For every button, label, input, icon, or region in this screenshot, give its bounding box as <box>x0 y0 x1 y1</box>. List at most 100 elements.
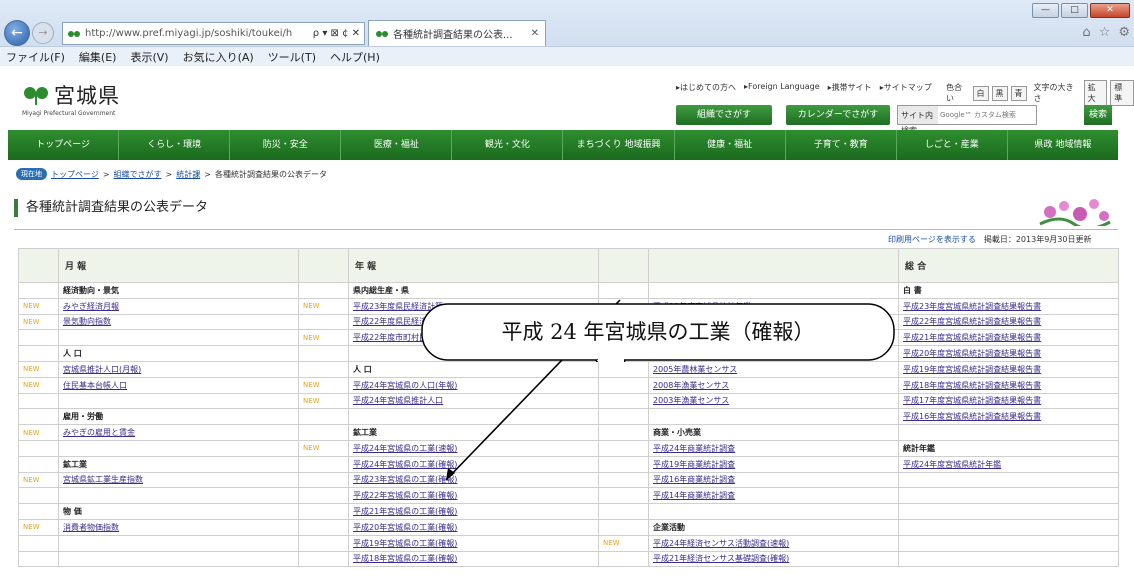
table-row: NEW みやぎの雇用と賃金 鉱工業 商業・小売業 <box>18 424 1119 441</box>
browser-tab[interactable]: 各種統計調査結果の公表... ✕ <box>368 20 546 46</box>
new-badge: NEW <box>18 518 59 536</box>
search-input[interactable] <box>938 111 1036 119</box>
category-label: 白 書 <box>898 282 1119 299</box>
breadcrumb-statistics[interactable]: 統計課 <box>176 169 200 180</box>
statistics-link[interactable]: 平成22年度宮城県統計調査結果報告書 <box>898 313 1119 331</box>
statistics-link[interactable]: 平成24年経済センサス活動調査(速報) <box>648 534 899 552</box>
statistics-link[interactable]: 平成21年度宮城県統計調査結果報告書 <box>898 329 1119 347</box>
gnav-item-safety[interactable]: 防災・安全 <box>230 130 342 160</box>
find-by-calendar-button[interactable]: カレンダーでさがす <box>786 105 890 125</box>
statistics-link[interactable]: 宮城県推計人口(月報) <box>58 360 299 378</box>
statistics-link[interactable]: 平成24年商業統計調査 <box>648 439 899 457</box>
gnav-item-medical[interactable]: 医療・福祉 <box>341 130 453 160</box>
statistics-link[interactable]: 2005年農林業センサス <box>648 360 899 378</box>
statistics-link[interactable]: 平成21年宮城県の工業(確報) <box>348 503 599 520</box>
favorites-star-icon[interactable]: ☆ <box>1099 25 1111 40</box>
gnav-item-culture[interactable]: 観光・文化 <box>452 130 564 160</box>
address-tools-icon[interactable]: ρ ▾ ⊠ ¢ ✕ <box>313 28 364 39</box>
table-cell <box>898 534 1119 552</box>
statistics-link[interactable]: 平成24年宮城県の工業(速報) <box>348 439 599 457</box>
gnav-item-life[interactable]: くらし・環境 <box>119 130 231 160</box>
home-icon[interactable]: ⌂ <box>1082 25 1090 40</box>
find-by-organization-button[interactable]: 組織でさがす <box>676 105 772 125</box>
minimize-button[interactable]: — <box>1032 3 1059 18</box>
statistics-link[interactable]: 平成23年宮城県の工業(確報) <box>348 471 599 489</box>
forward-arrow-icon[interactable]: → <box>32 22 54 44</box>
statistics-link[interactable]: 消費者物価指数 <box>58 518 299 536</box>
back-arrow-icon[interactable]: ← <box>4 20 30 46</box>
statistics-link[interactable]: 平成20年度宮城県統計調査結果報告書 <box>898 345 1119 362</box>
link-mobile-site[interactable]: ▸携帯サイト <box>828 82 872 93</box>
statistics-link[interactable]: 景気動向指数 <box>58 313 299 331</box>
title-divider <box>14 229 1118 230</box>
statistics-link[interactable]: 平成24年宮城県推計人口 <box>348 392 599 410</box>
table-cell <box>18 392 59 410</box>
font-enlarge-button[interactable]: 拡大 <box>1083 80 1108 106</box>
color-blue-button[interactable]: 青 <box>1010 85 1027 101</box>
gnav-item-health[interactable]: 健康・福祉 <box>675 130 786 160</box>
statistics-link[interactable]: 平成21年経済センサス基礎調査(確報) <box>648 550 899 568</box>
statistics-link[interactable]: 平成16年商業統計調査 <box>648 471 899 489</box>
gnav-item-community[interactable]: まちづくり 地域振興 <box>563 130 675 160</box>
settings-gear-icon[interactable]: ⚙ <box>1118 25 1130 40</box>
gnav-item-top[interactable]: トップページ <box>8 130 120 160</box>
print-page-link[interactable]: 印刷用ページを表示する <box>888 234 976 245</box>
site-search: サイト内検索 <box>897 105 1037 135</box>
close-button[interactable]: ✕ <box>1090 3 1130 18</box>
breadcrumb-top[interactable]: トップページ <box>51 169 99 180</box>
table-cell <box>18 487 59 505</box>
statistics-link[interactable]: 平成18年宮城県の工業(確報) <box>348 550 599 568</box>
statistics-link[interactable]: 平成24年宮城県の工業(確報) <box>348 455 599 473</box>
statistics-link[interactable]: 平成19年度宮城県統計調査結果報告書 <box>898 360 1119 378</box>
statistics-link[interactable]: 平成14年商業統計調査 <box>648 487 899 505</box>
category-label: 経済動向・景気 <box>58 282 299 299</box>
site-logo[interactable]: 宮城県 <box>22 80 120 110</box>
menu-help[interactable]: ヘルプ(H) <box>330 49 380 65</box>
gnav-item-industry[interactable]: しごと・産業 <box>897 130 1008 160</box>
statistics-link[interactable]: 平成19年宮城県の工業(確報) <box>348 534 599 552</box>
statistics-link[interactable]: 平成24年宮城県の人口(年報) <box>348 376 599 394</box>
menu-favorites[interactable]: お気に入り(A) <box>183 49 254 65</box>
statistics-link[interactable]: 平成19年商業統計調査 <box>648 455 899 473</box>
statistics-link[interactable]: 平成17年度宮城県統計調査結果報告書 <box>898 392 1119 410</box>
new-badge: NEW <box>18 313 59 331</box>
table-cell <box>598 503 649 520</box>
maximize-button[interactable]: □ <box>1061 3 1088 18</box>
statistics-link[interactable]: 平成20年宮城県の工業(確報) <box>348 518 599 536</box>
statistics-link[interactable]: 平成16年度宮城県統計調査結果報告書 <box>898 408 1119 426</box>
table-cell <box>298 424 349 441</box>
font-standard-button[interactable]: 標準 <box>1110 80 1134 106</box>
gnav-item-education[interactable]: 子育て・教育 <box>786 130 897 160</box>
color-white-button[interactable]: 白 <box>972 85 989 101</box>
statistics-link[interactable]: 平成22年宮城県の工業(確報) <box>348 487 599 505</box>
link-foreign-language[interactable]: ▸Foreign Language <box>744 82 820 93</box>
menu-edit[interactable]: 編集(E) <box>79 49 117 65</box>
statistics-link[interactable]: 平成24年度宮城県統計年鑑 <box>898 455 1119 473</box>
breadcrumb-organization[interactable]: 組織でさがす <box>114 169 162 180</box>
tab-close-icon[interactable]: ✕ <box>531 28 539 39</box>
statistics-link[interactable]: 2003年漁業センサス <box>648 392 899 410</box>
table-header-cell: 年 報 <box>348 248 599 283</box>
gnav-item-government[interactable]: 県政 地域情報 <box>1008 130 1118 160</box>
annotation-callout: 平成 24 年宮城県の工業（確報） <box>420 302 896 362</box>
menu-tools[interactable]: ツール(T) <box>268 49 316 65</box>
statistics-link[interactable]: みやぎ経済月報 <box>58 297 299 315</box>
table-cell <box>298 455 349 473</box>
statistics-link[interactable]: みやぎの雇用と賃金 <box>58 424 299 441</box>
link-beginners[interactable]: ▸はじめての方へ <box>676 82 736 93</box>
menu-file[interactable]: ファイル(F) <box>6 49 65 65</box>
statistics-link[interactable]: 平成23年度宮城県統計調査結果報告書 <box>898 297 1119 315</box>
statistics-link[interactable]: 住民基本台帳人口 <box>58 376 299 394</box>
link-sitemap[interactable]: ▸サイトマップ <box>880 82 932 93</box>
address-bar[interactable]: http://www.pref.miyagi.jp/soshiki/toukei… <box>62 22 365 45</box>
menu-view[interactable]: 表示(V) <box>130 49 168 65</box>
statistics-link[interactable]: 平成18年度宮城県統計調査結果報告書 <box>898 376 1119 394</box>
window-controls: — □ ✕ <box>1032 3 1130 18</box>
color-black-button[interactable]: 黒 <box>991 85 1008 101</box>
table-row: NEW 住民基本台帳人口 NEW 平成24年宮城県の人口(年報) 2008年漁業センサス… <box>18 376 1119 394</box>
statistics-link[interactable]: 宮城県鉱工業生産指数 <box>58 471 299 489</box>
address-url[interactable]: http://www.pref.miyagi.jp/soshiki/toukei… <box>85 28 309 39</box>
statistics-link[interactable]: 2008年漁業センサス <box>648 376 899 394</box>
table-cell <box>298 487 349 505</box>
search-button[interactable]: 検索 <box>1084 105 1112 125</box>
